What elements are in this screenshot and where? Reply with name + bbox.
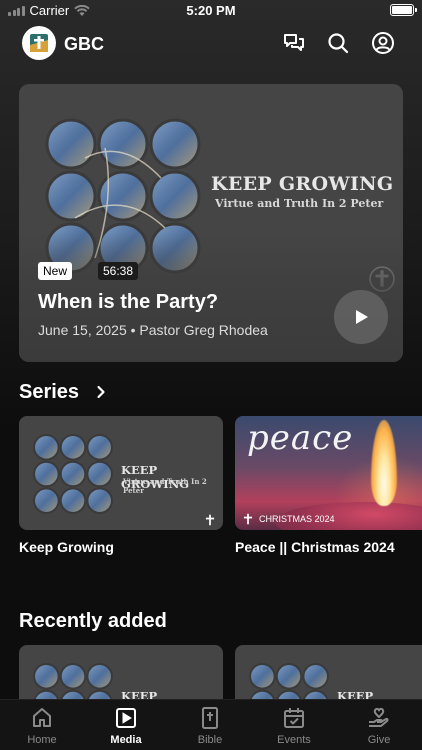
app-header: GBC [0, 26, 422, 62]
chat-button[interactable] [281, 30, 307, 56]
tab-label: Events [277, 734, 311, 746]
give-icon [369, 707, 389, 727]
tab-home[interactable]: Home [7, 706, 77, 746]
search-button[interactable] [325, 30, 351, 56]
home-icon [33, 708, 51, 727]
chevron-right-icon[interactable] [94, 385, 108, 399]
hero-title: When is the Party? [38, 291, 219, 313]
series-label-peace[interactable]: Peace || Christmas 2024 [235, 539, 395, 555]
stained-glass-art [33, 663, 113, 699]
featured-sermon-card[interactable]: KEEP GROWING Virtue and Truth In 2 Peter… [19, 84, 403, 362]
series-heading[interactable]: Series [19, 381, 79, 404]
tab-label: Media [110, 734, 142, 746]
card-art-subtitle: Virtue and Truth In 2 Peter [123, 477, 207, 495]
church-logo[interactable] [22, 26, 56, 60]
series-card-peace[interactable]: peace CHRISTMAS 2024 [235, 416, 422, 530]
recent-card-2[interactable]: KEEP GROWIN [235, 645, 422, 699]
series-card-keep-growing[interactable]: KEEP GROWING Virtue and Truth In 2 Peter [19, 416, 223, 530]
candle-flame [371, 420, 397, 506]
recent-card-1[interactable]: KEEP GROWING [19, 645, 223, 699]
recently-added-heading: Recently added [19, 610, 167, 632]
profile-icon [372, 32, 394, 54]
profile-button[interactable] [370, 30, 396, 56]
stained-glass-art [33, 434, 113, 514]
status-time: 5:20 PM [186, 3, 236, 18]
tab-media[interactable]: Media [91, 706, 161, 746]
search-icon [328, 33, 349, 54]
tab-bible[interactable]: Bible [175, 706, 245, 746]
series-label-keep-growing[interactable]: Keep Growing [19, 539, 114, 555]
church-watermark-icon [205, 514, 215, 526]
battery-icon [390, 4, 417, 16]
hero-art-subtitle: Virtue and Truth In 2 Peter [215, 197, 384, 210]
card-art-title: KEEP GROWING [121, 689, 158, 699]
tab-bar: Home Media Bible Events Give [0, 699, 422, 750]
chat-icon [284, 34, 304, 51]
tab-events[interactable]: Events [259, 706, 329, 746]
tab-label: Bible [197, 734, 223, 746]
status-bar: Carrier 5:20 PM [0, 0, 422, 22]
hero-meta: June 15, 2025 • Pastor Greg Rhodea [38, 322, 268, 338]
card-art-title: KEEP GROWIN [337, 689, 374, 699]
tab-label: Home [27, 734, 57, 746]
new-badge: New [38, 262, 73, 280]
app-brand-name: GBC [64, 34, 104, 54]
peace-art-word: peace [247, 418, 354, 458]
church-logo-icon [30, 34, 48, 52]
hero-art-title: KEEP GROWING [211, 173, 394, 195]
play-icon [356, 310, 368, 324]
church-logo-icon [243, 513, 253, 525]
tab-label: Give [367, 734, 391, 746]
duration-badge: 56:38 [98, 262, 139, 280]
play-button[interactable] [334, 290, 388, 344]
bible-icon [202, 707, 218, 729]
stained-glass-art [249, 663, 329, 699]
media-icon [116, 708, 136, 728]
peace-art-tag: CHRISTMAS 2024 [241, 512, 335, 526]
events-icon [284, 708, 304, 728]
tab-give[interactable]: Give [344, 706, 414, 746]
